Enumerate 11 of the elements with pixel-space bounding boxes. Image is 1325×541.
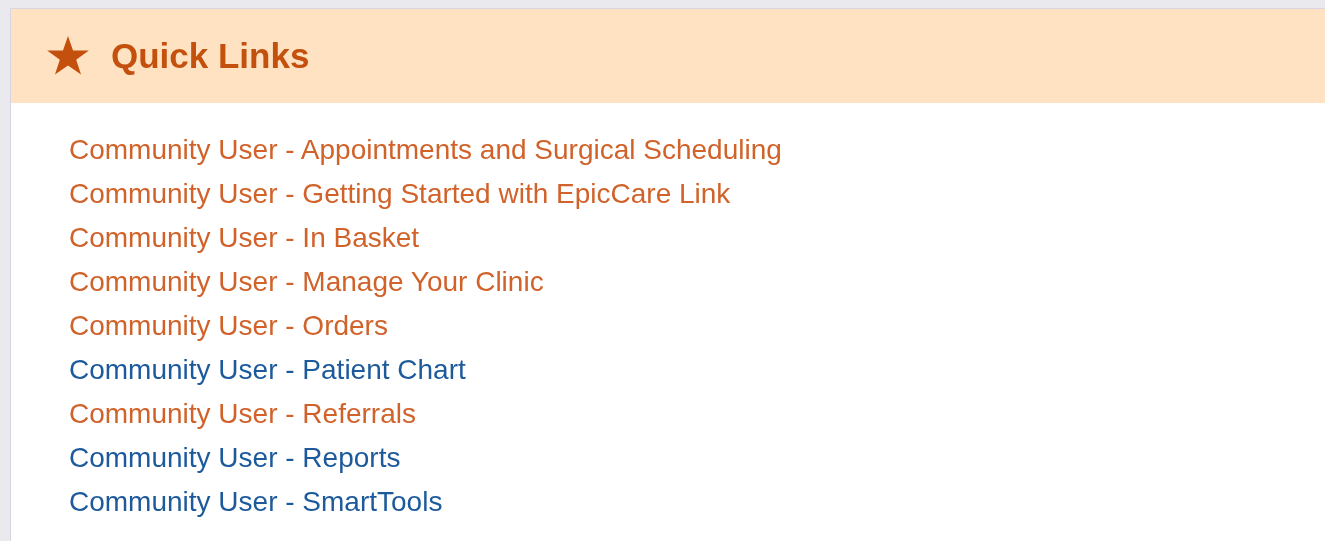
quick-link[interactable]: Community User - In Basket — [69, 221, 420, 255]
quick-link[interactable]: Community User - Patient Chart — [69, 353, 466, 387]
quick-link[interactable]: Community User - Appointments and Surgical Scheduling — [69, 133, 782, 167]
star-icon — [47, 36, 89, 76]
quick-link[interactable]: Community User - Manage Your Clinic — [69, 265, 544, 299]
quick-link[interactable]: Community User - SmartTools — [69, 485, 443, 519]
quick-link[interactable]: Community User - Referrals — [69, 397, 416, 431]
quick-link[interactable]: Community User - Reports — [69, 441, 401, 475]
quick-link[interactable]: Community User - Getting Started with EpicCare Link — [69, 177, 731, 211]
panel-title: Quick Links — [111, 36, 310, 76]
quick-link[interactable]: Community User - Orders — [69, 309, 388, 343]
